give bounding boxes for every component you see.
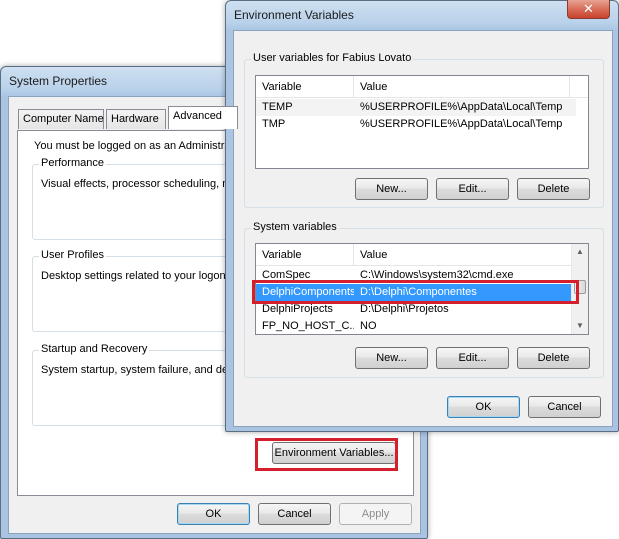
user-profiles-description: Desktop settings related to your logon <box>41 270 226 282</box>
user-list-header: Variable Value <box>256 76 588 98</box>
system-variables-label: System variables <box>251 221 339 233</box>
system-list-header: Variable Value <box>256 244 588 266</box>
user-variable-row[interactable]: TEMP %USERPROFILE%\AppData\Local\Temp <box>256 99 576 116</box>
environment-variables-cancel-button[interactable]: Cancel <box>528 396 601 418</box>
scroll-down-icon[interactable]: ▼ <box>572 318 588 334</box>
user-delete-button[interactable]: Delete <box>517 178 590 200</box>
system-row-value: NO <box>360 320 377 332</box>
startup-recovery-description: System startup, system failure, and debu <box>41 364 241 376</box>
user-variables-group: User variables for Fabius Lovato Variabl… <box>244 52 604 208</box>
system-properties-ok-button[interactable]: OK <box>177 503 250 525</box>
tab-advanced[interactable]: Advanced <box>168 106 238 129</box>
performance-label: Performance <box>39 157 106 169</box>
environment-variables-title: Environment Variables <box>234 8 354 22</box>
system-row-variable: FP_NO_HOST_C... <box>262 320 354 332</box>
user-col-variable[interactable]: Variable <box>256 76 354 98</box>
user-variables-list[interactable]: Variable Value TEMP %USERPROFILE%\AppDat… <box>255 75 589 169</box>
user-new-button[interactable]: New... <box>355 178 428 200</box>
user-row-variable: TMP <box>262 118 286 130</box>
user-variable-row[interactable]: TMP %USERPROFILE%\AppData\Local\Temp <box>256 116 576 133</box>
env-button-highlight <box>255 438 398 471</box>
user-edit-button[interactable]: Edit... <box>436 178 509 200</box>
system-variable-row[interactable]: FP_NO_HOST_C... NO <box>256 318 572 334</box>
user-profiles-label: User Profiles <box>39 249 106 261</box>
admin-notice: You must be logged on as an Administrat <box>34 140 234 152</box>
tab-computer-name[interactable]: Computer Name <box>18 109 104 129</box>
user-row-value: %USERPROFILE%\AppData\Local\Temp <box>360 118 563 130</box>
user-row-value: %USERPROFILE%\AppData\Local\Temp <box>360 101 563 113</box>
close-icon[interactable]: ✕ <box>567 0 610 19</box>
environment-variables-ok-button[interactable]: OK <box>447 396 520 418</box>
startup-recovery-label: Startup and Recovery <box>39 343 150 355</box>
performance-description: Visual effects, processor scheduling, me <box>41 178 238 190</box>
tab-hardware[interactable]: Hardware <box>106 109 166 129</box>
system-properties-title: System Properties <box>9 74 108 88</box>
scroll-up-icon[interactable]: ▲ <box>572 244 588 260</box>
user-col-value[interactable]: Value <box>354 76 570 98</box>
environment-variables-window: Environment Variables ✕ User variables f… <box>225 0 619 432</box>
selected-variable-highlight <box>252 280 579 304</box>
system-col-variable[interactable]: Variable <box>256 244 354 266</box>
system-col-value[interactable]: Value <box>354 244 572 266</box>
environment-variables-client: User variables for Fabius Lovato Variabl… <box>233 30 613 427</box>
system-delete-button[interactable]: Delete <box>517 347 590 369</box>
user-variables-label: User variables for Fabius Lovato <box>251 52 414 64</box>
system-properties-cancel-button[interactable]: Cancel <box>258 503 331 525</box>
user-row-variable: TEMP <box>262 101 293 113</box>
system-properties-apply-button[interactable]: Apply <box>339 503 412 525</box>
system-edit-button[interactable]: Edit... <box>436 347 509 369</box>
system-new-button[interactable]: New... <box>355 347 428 369</box>
